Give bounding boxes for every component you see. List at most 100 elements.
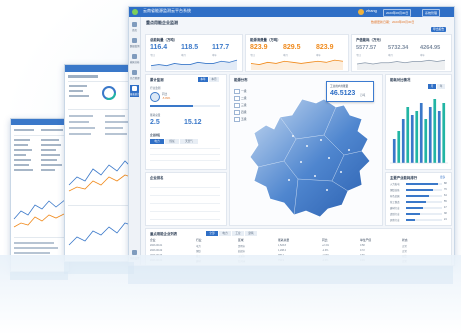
kpi-label: 今日 bbox=[150, 54, 155, 57]
app-title: 云南省能源监测云平台系统 bbox=[143, 8, 191, 13]
export-button[interactable]: 导出报告 bbox=[431, 27, 447, 32]
map-tooltip: 工业用户用能量 46.5123 万吨 bbox=[326, 81, 374, 102]
mini-tab-power[interactable]: 电力 bbox=[150, 139, 164, 144]
rank-more-link[interactable]: 更多 bbox=[440, 175, 445, 179]
bar[interactable] bbox=[442, 103, 446, 163]
bar[interactable] bbox=[428, 107, 432, 163]
tab-year[interactable]: 年 bbox=[437, 84, 445, 89]
rank-row[interactable]: 有色金属 64 bbox=[390, 194, 454, 198]
sidebar-item-analysis[interactable]: 能耗分析 bbox=[130, 53, 140, 65]
kpi-label: 本月 bbox=[388, 54, 393, 57]
kpi-sparkline bbox=[150, 59, 238, 70]
bar[interactable] bbox=[415, 111, 419, 163]
bar[interactable] bbox=[437, 111, 441, 163]
legend-item[interactable]: 一级 bbox=[234, 89, 247, 94]
rank-row[interactable]: 其他行业 24 bbox=[390, 218, 454, 222]
table-header-cell[interactable]: 行业 bbox=[196, 238, 202, 242]
map-marker[interactable] bbox=[288, 179, 290, 181]
rank-name: 化工制造 bbox=[390, 201, 400, 204]
map-marker[interactable] bbox=[300, 161, 302, 163]
bar[interactable] bbox=[406, 107, 410, 163]
legend-swatch bbox=[234, 89, 240, 94]
sidebar-item-home[interactable]: 首页 bbox=[130, 21, 139, 33]
rank-fill bbox=[406, 183, 438, 185]
table-tab[interactable]: 建筑 bbox=[245, 231, 257, 236]
rank-value: 88 bbox=[444, 182, 447, 185]
table-cell: 钢铁 bbox=[196, 250, 201, 253]
rank-fill bbox=[406, 201, 426, 203]
bar[interactable] bbox=[401, 119, 405, 163]
sidebar-item-monitor[interactable]: 数据监测 bbox=[130, 37, 140, 49]
map-title: 能源分布 bbox=[234, 78, 248, 82]
rank-row[interactable]: 造纸行业 38 bbox=[390, 212, 454, 216]
mini-tab-gas[interactable]: 天然气 bbox=[180, 139, 198, 144]
map-marker[interactable] bbox=[320, 139, 322, 141]
table-header-cell[interactable]: 区域 bbox=[238, 238, 244, 242]
rank-row[interactable]: 化工制造 55 bbox=[390, 200, 454, 204]
table-cell: 电力 bbox=[196, 245, 201, 248]
map-marker[interactable] bbox=[340, 171, 342, 173]
table-tab[interactable]: 工业 bbox=[232, 231, 244, 236]
table-header-cell[interactable]: 同比 bbox=[322, 238, 328, 242]
preview-content bbox=[13, 129, 67, 254]
table-cell: -1.3% bbox=[322, 249, 329, 252]
left-lower-panel: 企业排名 bbox=[145, 172, 227, 226]
reflection-shape bbox=[64, 262, 134, 274]
tab-month[interactable]: 本月 bbox=[209, 77, 219, 82]
bar[interactable] bbox=[424, 119, 428, 163]
kpi-label: 本年 bbox=[316, 54, 321, 57]
tab-month[interactable]: 月 bbox=[428, 84, 436, 89]
kpi-card-consumption: 能源消费量（万吨） 823.9 829.5 823.9 今日 本月 本年 bbox=[245, 34, 349, 72]
map-marker[interactable] bbox=[314, 175, 316, 177]
compare-title: 同比 bbox=[162, 93, 168, 96]
rank-fill bbox=[406, 189, 434, 191]
sidebar-item-reports[interactable]: 报表统计 bbox=[130, 85, 140, 97]
kpi-value: 823.9 bbox=[316, 44, 334, 51]
tab-year[interactable]: 本年 bbox=[198, 77, 208, 82]
map-marker[interactable] bbox=[306, 145, 308, 147]
rank-row[interactable]: 火力发电 88 bbox=[390, 182, 454, 186]
rank-fill bbox=[406, 207, 423, 209]
legend-swatch bbox=[234, 103, 240, 108]
province-map[interactable] bbox=[244, 95, 374, 220]
kpi-label: 本年 bbox=[212, 54, 217, 57]
rank-track bbox=[406, 189, 442, 191]
rank-track bbox=[406, 213, 442, 215]
sidebar-item-manage[interactable]: 综合管理 bbox=[130, 69, 140, 81]
rank-name: 其他行业 bbox=[390, 219, 400, 222]
rank-row[interactable]: 钢铁冶炼 76 bbox=[390, 188, 454, 192]
bar[interactable] bbox=[433, 99, 437, 163]
table-header-cell[interactable]: 企业 bbox=[150, 238, 156, 242]
comparison-bar-chart bbox=[390, 99, 448, 164]
reflection-shape bbox=[10, 272, 68, 280]
map-marker[interactable] bbox=[348, 149, 350, 151]
user-name[interactable]: zhang bbox=[366, 8, 377, 13]
top-bar: 云南省能源监测云平台系统 zhang 2023年06月30日 系统管理 bbox=[129, 7, 454, 17]
table-header-cell[interactable]: 能耗总量 bbox=[278, 238, 289, 242]
map-marker[interactable] bbox=[326, 189, 328, 191]
bar[interactable] bbox=[392, 139, 396, 163]
admin-button[interactable]: 系统管理 bbox=[422, 9, 441, 17]
bar[interactable] bbox=[410, 115, 414, 163]
home-icon bbox=[132, 22, 137, 27]
bar[interactable] bbox=[397, 131, 401, 163]
kpi-card-output: 产值能耗（万元） 5577.57 5732.34 4264.95 今日 本月 本… bbox=[351, 34, 452, 72]
table-header-cell[interactable]: 状态 bbox=[402, 238, 408, 242]
monitor-icon bbox=[132, 38, 137, 43]
date-button[interactable]: 2023年06月30日 bbox=[383, 9, 412, 17]
avatar[interactable] bbox=[358, 9, 364, 15]
table-tab[interactable]: 全部 bbox=[206, 231, 218, 236]
map-marker[interactable] bbox=[328, 157, 330, 159]
divider bbox=[150, 187, 220, 188]
compare-value: -5.09% bbox=[162, 97, 171, 100]
table-title: 企业排名 bbox=[150, 134, 161, 137]
bar[interactable] bbox=[419, 103, 423, 163]
kpi-label: 本月 bbox=[181, 54, 186, 57]
kpi-card-total: 总能耗量（万吨） 116.4 118.5 117.7 今日 本月 本年 bbox=[145, 34, 243, 72]
mini-tab-coal[interactable]: 煤炭 bbox=[165, 139, 179, 144]
table-header-cell[interactable]: 单位产值 bbox=[360, 238, 371, 242]
table-tab[interactable]: 电力 bbox=[219, 231, 231, 236]
divider bbox=[150, 203, 220, 204]
rank-row[interactable]: 建材行业 47 bbox=[390, 206, 454, 210]
map-marker[interactable] bbox=[292, 135, 294, 137]
